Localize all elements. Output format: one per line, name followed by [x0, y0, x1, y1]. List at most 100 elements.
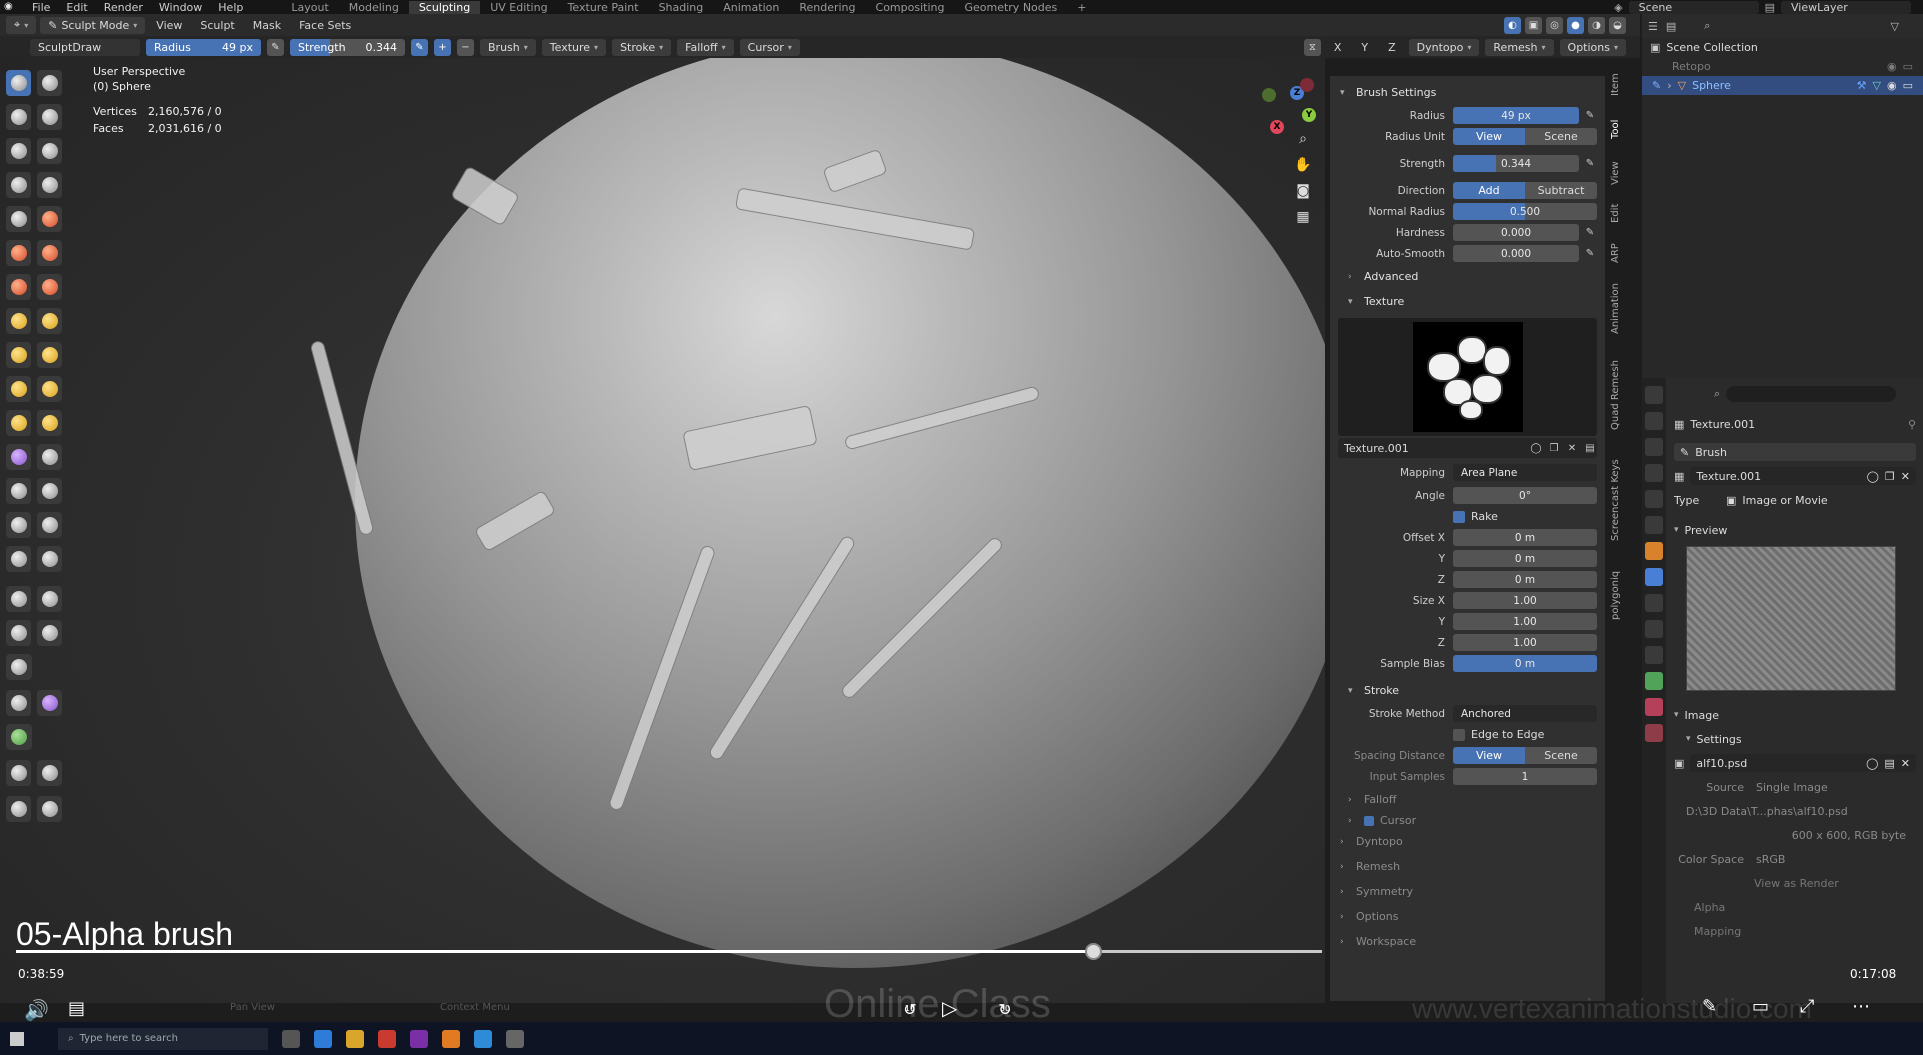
- windows-start-icon[interactable]: [10, 1031, 24, 1046]
- close-icon[interactable]: ✕: [1901, 757, 1910, 770]
- tab-uv-editing[interactable]: UV Editing: [480, 1, 557, 14]
- brush-name-field[interactable]: SculptDraw: [30, 38, 140, 56]
- move-icon[interactable]: [6, 796, 31, 822]
- size-y-field[interactable]: 1.00: [1453, 613, 1597, 630]
- strength-pressure-icon[interactable]: ✎: [411, 38, 428, 56]
- brush-menu[interactable]: Brush ▾: [480, 38, 536, 56]
- camera-icon[interactable]: ▭: [1903, 60, 1913, 73]
- tab-sculpting[interactable]: Sculpting: [408, 0, 481, 14]
- strength-field[interactable]: 0.344: [1453, 155, 1579, 172]
- blender-logo-icon[interactable]: ◉: [4, 1, 18, 13]
- axis-y[interactable]: Y: [1354, 39, 1375, 56]
- scrape-brush-icon[interactable]: [6, 274, 31, 300]
- inflate-brush-icon[interactable]: [6, 172, 31, 198]
- offset-y-field[interactable]: 0 m: [1453, 550, 1597, 567]
- menu-view[interactable]: View: [149, 17, 189, 34]
- direction-subtract-icon[interactable]: −: [457, 38, 474, 56]
- source-value[interactable]: Single Image: [1756, 781, 1828, 794]
- scene-collection-row[interactable]: ▣ Scene Collection: [1642, 38, 1923, 57]
- app-icon[interactable]: [506, 1029, 524, 1048]
- auto-smooth-field[interactable]: 0.000: [1453, 245, 1579, 262]
- vtab-tool[interactable]: Tool: [1610, 114, 1632, 144]
- cloth-filter-icon[interactable]: [37, 690, 62, 716]
- grab-brush-icon[interactable]: [37, 308, 62, 334]
- stroke-header[interactable]: ▾ Stroke: [1338, 678, 1597, 703]
- symmetry-icon[interactable]: ⧖: [1303, 38, 1321, 56]
- spacing-scene[interactable]: Scene: [1525, 747, 1597, 764]
- remesh-header[interactable]: › Remesh: [1338, 854, 1597, 879]
- brush-settings-header[interactable]: ▾ Brush Settings: [1338, 80, 1597, 105]
- captions-icon[interactable]: ▤: [68, 998, 85, 1019]
- outliner-row-sphere[interactable]: ✎ › ▽ Sphere ⚒ ▽ ◉ ▭: [1642, 76, 1923, 95]
- hardness-field[interactable]: 0.000: [1453, 224, 1579, 241]
- rotate-brush-icon[interactable]: [37, 410, 62, 436]
- alpha-header[interactable]: Alpha: [1674, 895, 1916, 919]
- vtab-quad-remesh[interactable]: Quad Remesh: [1610, 355, 1632, 435]
- progress-bar[interactable]: [16, 943, 1322, 960]
- size-x-field[interactable]: 1.00: [1453, 592, 1597, 609]
- sample-bias-field[interactable]: 0 m: [1453, 655, 1597, 672]
- view-layer-field[interactable]: ViewLayer: [1781, 0, 1911, 14]
- tab-texture-paint[interactable]: Texture Paint: [558, 1, 649, 14]
- folder-icon[interactable]: ▤: [1884, 757, 1894, 770]
- smooth-brush-icon[interactable]: [37, 206, 62, 232]
- close-icon[interactable]: ✕: [1901, 470, 1910, 483]
- miniplayer-icon[interactable]: ▭: [1752, 996, 1769, 1017]
- camera-icon[interactable]: ▭: [1903, 79, 1913, 92]
- axis-z[interactable]: Z: [1381, 39, 1403, 56]
- pen-icon[interactable]: ✎: [1702, 996, 1717, 1017]
- edge-to-edge-checkbox[interactable]: Edge to Edge: [1453, 728, 1544, 741]
- menu-file[interactable]: File: [24, 1, 58, 14]
- line-project-icon[interactable]: [6, 654, 32, 680]
- boundary-brush-icon[interactable]: [37, 444, 62, 470]
- tab-animation[interactable]: Animation: [713, 1, 789, 14]
- texture-tab-icon[interactable]: [1645, 724, 1663, 742]
- thumb-brush-icon[interactable]: [6, 376, 31, 402]
- image-file-field[interactable]: alf10.psd ◯ ▤ ✕: [1690, 754, 1916, 772]
- layer-brush-icon[interactable]: [37, 138, 62, 164]
- slide-relax-brush-icon[interactable]: [6, 444, 31, 470]
- clay-thumb-brush-icon[interactable]: [6, 138, 31, 164]
- modifier-icon[interactable]: ⚒: [1857, 79, 1867, 92]
- draw-sharp-brush-icon[interactable]: [37, 70, 62, 96]
- display-mode-icon[interactable]: ▤: [1666, 20, 1676, 33]
- tab-shading[interactable]: Shading: [649, 1, 714, 14]
- pin-icon[interactable]: ⚲: [1908, 418, 1916, 431]
- crease-brush-icon[interactable]: [6, 206, 31, 232]
- cursor-header[interactable]: › Cursor: [1338, 812, 1597, 829]
- blender-taskbar-icon[interactable]: [442, 1029, 460, 1048]
- color-space-value[interactable]: sRGB: [1756, 853, 1785, 866]
- rewind-button[interactable]: ↺ 10: [895, 996, 925, 1022]
- constraints-tab-icon[interactable]: [1645, 646, 1663, 664]
- mesh-data-icon[interactable]: ▽: [1873, 79, 1881, 92]
- rotate-icon[interactable]: [37, 796, 62, 822]
- tab-layout[interactable]: Layout: [281, 1, 338, 14]
- view-layer-tab-icon[interactable]: [1645, 464, 1663, 482]
- app-icon[interactable]: [410, 1029, 428, 1048]
- camera-icon[interactable]: ◙: [1292, 180, 1314, 202]
- direction-subtract[interactable]: Subtract: [1525, 182, 1597, 199]
- gizmo-x-icon[interactable]: X: [1270, 120, 1284, 134]
- multiplane-scrape-brush-icon[interactable]: [37, 274, 62, 300]
- image-header[interactable]: ▾ Image: [1674, 703, 1916, 727]
- menu-mask[interactable]: Mask: [246, 17, 288, 34]
- duplicate-icon[interactable]: ❐: [1885, 470, 1895, 483]
- play-button[interactable]: ▷: [942, 996, 957, 1020]
- flatten-brush-icon[interactable]: [6, 240, 31, 266]
- mask-by-color-icon[interactable]: [37, 760, 62, 786]
- vtab-edit[interactable]: Edit: [1610, 198, 1632, 228]
- draw-brush-icon[interactable]: [6, 70, 31, 96]
- shading-solid-icon[interactable]: ●: [1567, 16, 1584, 34]
- preview-header[interactable]: ▾ Preview: [1674, 518, 1916, 542]
- tab-modeling[interactable]: Modeling: [339, 1, 409, 14]
- box-hide-icon[interactable]: [37, 586, 62, 612]
- modifier-tab-icon[interactable]: [1645, 568, 1663, 586]
- zoom-icon[interactable]: ⌕: [1292, 128, 1314, 150]
- menu-face-sets[interactable]: Face Sets: [292, 17, 358, 34]
- pressure-icon[interactable]: ✎: [1583, 226, 1597, 240]
- advanced-header[interactable]: › Advanced: [1338, 264, 1597, 289]
- material-tab-icon[interactable]: [1645, 698, 1663, 716]
- radius-unit-scene[interactable]: Scene: [1525, 128, 1597, 145]
- remesh-menu[interactable]: Remesh ▾: [1485, 38, 1554, 56]
- stroke-method-dropdown[interactable]: Anchored: [1453, 705, 1597, 722]
